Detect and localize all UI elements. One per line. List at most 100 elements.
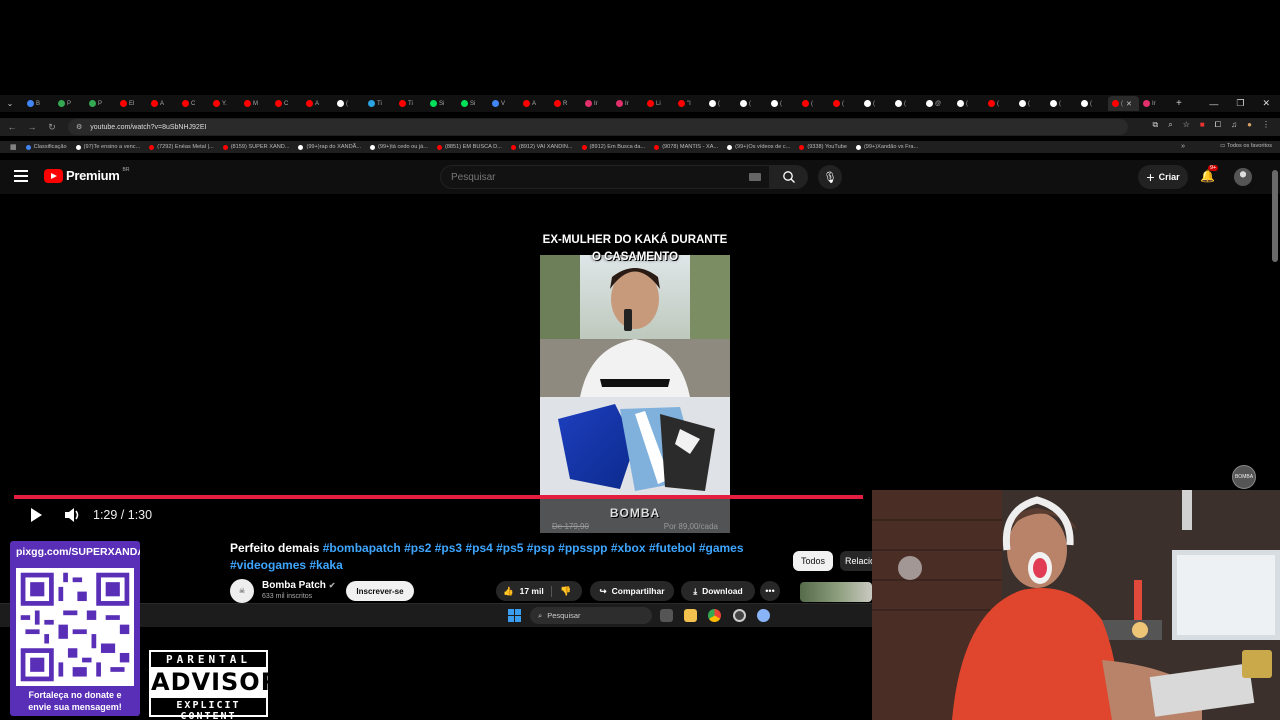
browser-tab[interactable]: R — [550, 96, 581, 111]
bookmark-item[interactable]: (9078) MANTIS - XA... — [654, 144, 718, 150]
bookmark-item[interactable]: (99+)rap do XANDÃ... — [298, 144, 361, 150]
forward-arrow-icon[interactable]: → — [22, 122, 42, 132]
browser-tab[interactable]: Li — [643, 96, 674, 111]
chip-all[interactable]: Todos — [793, 551, 833, 571]
browser-tab[interactable]: ( — [984, 96, 1015, 111]
browser-tab[interactable]: ( — [705, 96, 736, 111]
voice-search-mic-icon[interactable]: 🎙 — [818, 165, 842, 189]
tab-close-icon[interactable]: ✕ — [1126, 100, 1132, 108]
browser-tab[interactable]: Ti — [395, 96, 426, 111]
bookmark-item[interactable]: Classificação — [25, 144, 67, 150]
channel-watermark[interactable]: BOMBA — [1232, 465, 1256, 489]
hamburger-menu-icon[interactable] — [14, 170, 28, 182]
browser-tab[interactable]: P — [85, 96, 116, 111]
bookmarks-overflow-icon[interactable]: » — [1181, 143, 1185, 150]
browser-tab[interactable]: ( — [333, 96, 364, 111]
browser-tab[interactable]: "I — [674, 96, 705, 111]
browser-tab[interactable]: M — [240, 96, 271, 111]
volume-icon[interactable] — [64, 507, 82, 523]
browser-tab[interactable]: (✕ — [1108, 96, 1139, 111]
tab-search-chevron-icon[interactable]: ⌄ — [3, 97, 17, 111]
browser-tab[interactable]: A — [519, 96, 550, 111]
browser-tab[interactable]: ( — [736, 96, 767, 111]
like-button[interactable]: 👍 17 mil — [496, 585, 552, 597]
settings-gear-icon[interactable] — [757, 609, 770, 622]
search-button[interactable] — [770, 165, 808, 189]
search-input[interactable]: Pesquisar — [440, 165, 770, 189]
browser-tab[interactable]: Ti — [364, 96, 395, 111]
download-button[interactable]: ⤓ Download — [681, 581, 755, 601]
obs-icon[interactable] — [733, 609, 746, 622]
browser-tab[interactable]: ( — [798, 96, 829, 111]
new-tab-plus-icon[interactable]: + — [1176, 98, 1182, 109]
keyboard-icon[interactable] — [749, 173, 761, 181]
bookmark-item[interactable]: (8159) SUPER XAND... — [222, 144, 289, 150]
media-control-icon[interactable]: ♫ — [1231, 120, 1237, 130]
browser-tab[interactable]: C — [178, 96, 209, 111]
play-icon[interactable] — [28, 507, 44, 523]
chip-related[interactable]: Relacionados — [840, 551, 872, 571]
bookmark-star-icon[interactable]: ☆ — [1183, 120, 1190, 130]
browser-tab[interactable]: Ir — [1139, 96, 1170, 111]
browser-tab[interactable]: ( — [953, 96, 984, 111]
browser-tab[interactable]: Si — [457, 96, 488, 111]
browser-tab[interactable]: Ir — [581, 96, 612, 111]
browser-tab[interactable]: ( — [1015, 96, 1046, 111]
file-explorer-icon[interactable] — [684, 609, 697, 622]
browser-tab[interactable]: P — [54, 96, 85, 111]
windows-start-icon[interactable] — [508, 609, 521, 622]
browser-tab[interactable]: @ — [922, 96, 953, 111]
bookmark-item[interactable]: (7292) Enéas Metal |... — [149, 144, 214, 150]
browser-tab[interactable]: ( — [829, 96, 860, 111]
apps-grid-icon[interactable]: ▦ — [10, 143, 17, 151]
browser-tab[interactable]: Ir — [612, 96, 643, 111]
browser-menu-icon[interactable]: ⋮ — [1262, 120, 1270, 130]
create-button[interactable]: + Criar — [1138, 165, 1188, 189]
browser-tab[interactable]: V — [488, 96, 519, 111]
channel-name[interactable]: Bomba Patch ✔ — [262, 580, 335, 591]
close-window-icon[interactable]: ✕ — [1262, 98, 1270, 109]
bookmark-item[interactable]: (99+)tá cedo ou já... — [370, 144, 428, 150]
browser-tab[interactable]: ( — [860, 96, 891, 111]
zoom-icon[interactable]: ⌕ — [1168, 120, 1172, 130]
video-progress-bar[interactable] — [14, 495, 864, 499]
reload-icon[interactable]: ↻ — [42, 122, 62, 133]
url-omnibox[interactable]: ⚙ youtube.com/watch?v=8uSbNHJ92EI — [68, 119, 1128, 135]
dislike-button[interactable]: 👎 — [552, 586, 571, 597]
task-view-icon[interactable] — [660, 609, 673, 622]
bookmark-item[interactable]: (9338) YouTube — [799, 144, 847, 150]
browser-tab[interactable]: ( — [891, 96, 922, 111]
video-frame[interactable] — [540, 229, 730, 533]
browser-tab[interactable]: Si — [426, 96, 457, 111]
bookmark-item[interactable]: (8912) VAI XANDIN... — [510, 144, 573, 150]
share-button[interactable]: ↪ Compartilhar — [590, 581, 674, 601]
site-settings-icon[interactable]: ⚙ — [76, 123, 82, 131]
browser-tab[interactable]: El — [116, 96, 147, 111]
bookmark-item[interactable]: (8851) EM BUSCA D... — [436, 144, 502, 150]
account-avatar[interactable] — [1234, 168, 1252, 186]
browser-tab[interactable]: ( — [767, 96, 798, 111]
browser-tab[interactable]: ( — [1046, 96, 1077, 111]
chrome-icon[interactable] — [708, 609, 721, 622]
page-scrollbar[interactable] — [1272, 170, 1278, 262]
extensions-puzzle-icon[interactable]: ⧠ — [1215, 120, 1221, 130]
browser-tab[interactable]: A — [302, 96, 333, 111]
bookmark-item[interactable]: (99+)Os vídeos de c... — [727, 144, 790, 150]
bookmark-item[interactable]: (8912) Em Busca da... — [581, 144, 645, 150]
browser-tab[interactable]: A — [147, 96, 178, 111]
notifications-bell-icon[interactable]: 🔔 — [1200, 169, 1216, 185]
install-app-icon[interactable]: ⧉ — [1153, 120, 1159, 130]
browser-tab[interactable]: Y. — [209, 96, 240, 111]
recommended-video-thumbnail[interactable] — [800, 582, 872, 602]
more-actions-icon[interactable]: ••• — [760, 581, 780, 601]
channel-avatar[interactable]: ☠ — [230, 579, 254, 603]
browser-tab[interactable]: C — [271, 96, 302, 111]
browser-tab[interactable]: B — [23, 96, 54, 111]
extension-red-icon[interactable]: ■ — [1200, 120, 1205, 130]
minimize-icon[interactable]: — — [1209, 99, 1218, 109]
browser-tab[interactable]: ( — [1077, 96, 1108, 111]
back-arrow-icon[interactable]: ← — [2, 122, 22, 132]
subscribe-button[interactable]: Inscrever-se — [346, 581, 414, 601]
all-bookmarks-folder[interactable]: ▭ Todos os favoritos — [1220, 143, 1272, 149]
profile-avatar-icon[interactable]: ● — [1247, 120, 1252, 130]
